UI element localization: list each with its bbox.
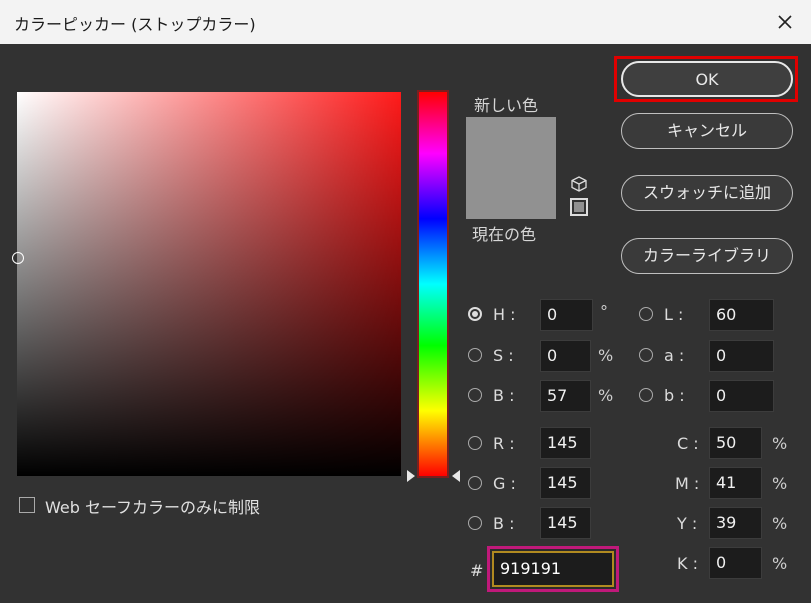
field-r[interactable]: 145	[540, 427, 591, 459]
hue-slider[interactable]	[419, 92, 447, 476]
field-rgb-b[interactable]: 145	[540, 507, 591, 539]
title-bar: カラーピッカー (ストップカラー)	[0, 0, 811, 44]
field-a[interactable]: 0	[709, 340, 774, 372]
radio-b[interactable]	[468, 388, 482, 402]
field-g[interactable]: 145	[540, 467, 591, 499]
window-title: カラーピッカー (ストップカラー)	[14, 15, 256, 34]
unit-b: %	[598, 386, 614, 405]
label-h: H :	[493, 305, 516, 324]
unit-s: %	[598, 346, 614, 365]
unit-m: %	[772, 474, 788, 493]
field-b[interactable]: 57	[540, 380, 591, 412]
label-r: R :	[493, 434, 515, 453]
field-m[interactable]: 41	[709, 467, 762, 499]
color-field[interactable]	[17, 92, 401, 476]
radio-a[interactable]	[639, 348, 653, 362]
close-icon[interactable]	[771, 8, 799, 36]
label-y: Y :	[677, 514, 698, 533]
cancel-button[interactable]: キャンセル	[621, 113, 793, 149]
new-color-label: 新しい色	[474, 96, 539, 115]
web-color-square-icon[interactable]	[570, 198, 588, 216]
label-s: S :	[493, 346, 514, 365]
web-safe-checkbox[interactable]	[19, 497, 35, 513]
current-color-label: 現在の色	[472, 225, 537, 244]
unit-y: %	[772, 514, 788, 533]
radio-lab-b[interactable]	[639, 388, 653, 402]
field-lab-b[interactable]: 0	[709, 380, 774, 412]
label-g: G :	[493, 474, 516, 493]
hue-slider-handle-left[interactable]	[407, 470, 415, 482]
radio-r[interactable]	[468, 436, 482, 450]
radio-s[interactable]	[468, 348, 482, 362]
radio-h[interactable]	[468, 307, 482, 321]
color-field-cursor[interactable]	[12, 252, 24, 264]
radio-l[interactable]	[639, 307, 653, 321]
label-rgb-b: B :	[493, 514, 515, 533]
hex-field[interactable]: 919191	[492, 551, 614, 587]
web-safe-label: Web セーフカラーのみに制限	[45, 498, 261, 517]
ok-button[interactable]: OK	[621, 61, 793, 97]
add-to-swatches-button[interactable]: スウォッチに追加	[621, 175, 793, 211]
hue-slider-handle-right[interactable]	[452, 470, 460, 482]
unit-k: %	[772, 554, 788, 573]
field-s[interactable]: 0	[540, 340, 591, 372]
print-gamut-cube-icon[interactable]	[570, 175, 588, 193]
color-libraries-button[interactable]: カラーライブラリ	[621, 238, 793, 274]
unit-h: °	[600, 302, 608, 321]
field-h[interactable]: 0	[540, 299, 593, 331]
label-b: B :	[493, 386, 515, 405]
label-a: a :	[664, 346, 685, 365]
label-c: C :	[677, 434, 699, 453]
field-c[interactable]: 50	[709, 427, 762, 459]
radio-g[interactable]	[468, 476, 482, 490]
label-k: K :	[677, 554, 698, 573]
label-m: M :	[675, 474, 700, 493]
hex-prefix: #	[470, 561, 484, 580]
radio-rgb-b[interactable]	[468, 516, 482, 530]
color-preview-swatch	[466, 117, 556, 219]
label-l: L :	[664, 305, 684, 324]
field-k[interactable]: 0	[709, 547, 762, 579]
unit-c: %	[772, 434, 788, 453]
field-l[interactable]: 60	[709, 299, 774, 331]
field-y[interactable]: 39	[709, 507, 762, 539]
label-lab-b: b :	[664, 386, 685, 405]
